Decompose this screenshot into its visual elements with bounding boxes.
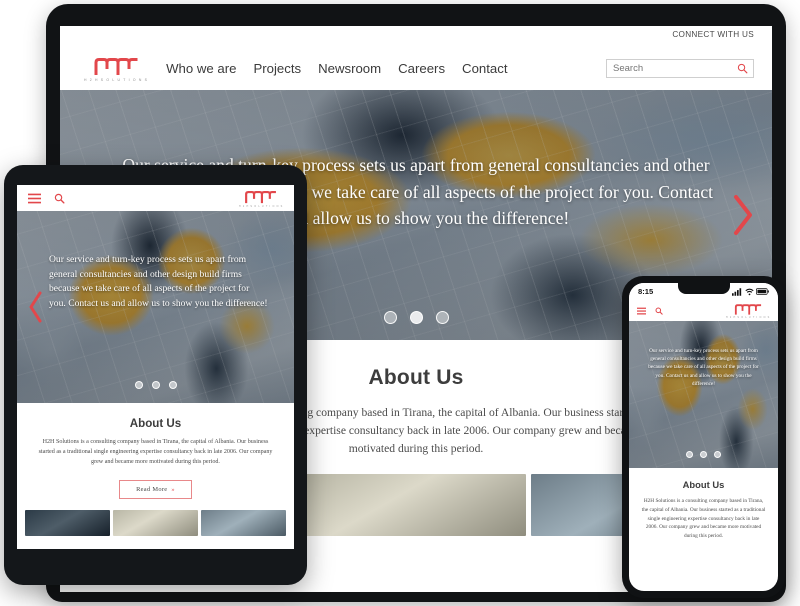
h2h-zigzag-logo-icon (734, 304, 762, 315)
tablet-screen: H 2 H S O L U T I O N S Our service and … (17, 185, 294, 549)
phone-hero-carousel: Our service and turn-key process sets us… (629, 321, 778, 468)
read-more-button[interactable]: Read More» (119, 479, 192, 499)
hero-carousel-dots (17, 381, 294, 389)
search-icon[interactable] (54, 193, 65, 204)
logo-subtitle: H 2 H S O L U T I O N S (84, 78, 149, 82)
phone-about-section: About Us H2H Solutions is a consulting c… (629, 468, 778, 541)
hero-background-photo (629, 321, 778, 468)
connect-with-us-link[interactable]: CONNECT WITH US (672, 30, 754, 39)
about-title: About Us (129, 417, 182, 430)
thumbnail-image[interactable] (25, 509, 110, 536)
hero-headline: Our service and turn-key process sets us… (49, 254, 268, 309)
wifi-icon (744, 288, 754, 295)
tablet-hero-carousel: Our service and turn-key process sets us… (17, 211, 294, 403)
thumbnail-image[interactable] (201, 509, 286, 536)
about-body: H2H Solutions is a consulting company ba… (641, 498, 766, 540)
carousel-dot-3[interactable] (714, 451, 721, 458)
nav-item-newsroom[interactable]: Newsroom (318, 61, 381, 76)
phone-screen: 8:15 H 2 H S O L U T I O N S Our service… (629, 283, 778, 591)
status-bar-indicators (732, 287, 769, 296)
carousel-dot-2[interactable] (700, 451, 707, 458)
site-logo[interactable]: H 2 H S O L U T I O N S (726, 302, 770, 319)
nav-item-who-we-are[interactable]: Who we are (166, 61, 236, 76)
carousel-dot-1[interactable] (383, 311, 397, 324)
phone-device-frame: 8:15 H 2 H S O L U T I O N S Our service… (622, 276, 785, 598)
chevron-right-icon[interactable] (730, 192, 756, 238)
about-title: About Us (682, 479, 725, 490)
hero-headline: Our service and turn-key process sets us… (648, 348, 759, 387)
search-input[interactable] (607, 62, 725, 74)
carousel-dot-1[interactable] (134, 381, 143, 389)
battery-icon (756, 288, 769, 295)
tablet-about-section: About Us H2H Solutions is a consulting c… (17, 403, 294, 536)
responsive-mockup-stage: CONNECT WITH US H 2 H S O L U T I O N S … (0, 0, 800, 606)
hero-carousel-dots (629, 451, 778, 458)
phone-status-bar: 8:15 (629, 283, 778, 300)
desktop-search-box[interactable] (606, 58, 754, 78)
phone-header: H 2 H S O L U T I O N S (629, 300, 778, 321)
logo-subtitle: H 2 H S O L U T I O N S (725, 316, 770, 319)
desktop-main-nav: Who we are Projects Newsroom Careers Con… (166, 61, 507, 76)
carousel-dot-1[interactable] (686, 451, 693, 458)
carousel-dot-2[interactable] (151, 381, 160, 389)
nav-item-contact[interactable]: Contact (462, 61, 507, 76)
carousel-dot-2[interactable] (409, 311, 423, 324)
hamburger-menu-icon[interactable] (28, 193, 41, 204)
cellular-signal-icon (732, 287, 742, 296)
phone-notch (677, 283, 730, 294)
thumbnail-image[interactable] (306, 473, 526, 536)
chevron-left-icon[interactable] (27, 290, 45, 324)
search-icon[interactable] (655, 307, 663, 315)
logo-subtitle: H 2 H S O L U T I O N S (238, 205, 283, 208)
chevron-double-right-icon: » (171, 485, 175, 493)
carousel-dot-3[interactable] (435, 311, 449, 324)
h2h-zigzag-logo-icon (245, 190, 277, 204)
tablet-thumbnail-strip (17, 499, 294, 536)
status-bar-time: 8:15 (638, 287, 654, 296)
tablet-device-frame: H 2 H S O L U T I O N S Our service and … (4, 165, 307, 585)
read-more-label: Read More (136, 485, 168, 493)
carousel-dot-3[interactable] (168, 381, 177, 389)
desktop-topbar: CONNECT WITH US (60, 26, 772, 46)
about-body: H2H Solutions is a consulting company ba… (38, 439, 273, 465)
site-logo[interactable]: H 2 H S O L U T I O N S (84, 54, 148, 82)
tablet-header: H 2 H S O L U T I O N S (17, 185, 294, 211)
site-logo[interactable]: H 2 H S O L U T I O N S (239, 188, 283, 208)
h2h-zigzag-logo-icon (94, 58, 138, 75)
desktop-header: H 2 H S O L U T I O N S Who we are Proje… (60, 46, 772, 90)
nav-item-projects[interactable]: Projects (253, 61, 301, 76)
hamburger-menu-icon[interactable] (637, 307, 646, 315)
thumbnail-image[interactable] (113, 509, 198, 536)
search-icon[interactable] (737, 63, 748, 74)
nav-item-careers[interactable]: Careers (398, 61, 445, 76)
